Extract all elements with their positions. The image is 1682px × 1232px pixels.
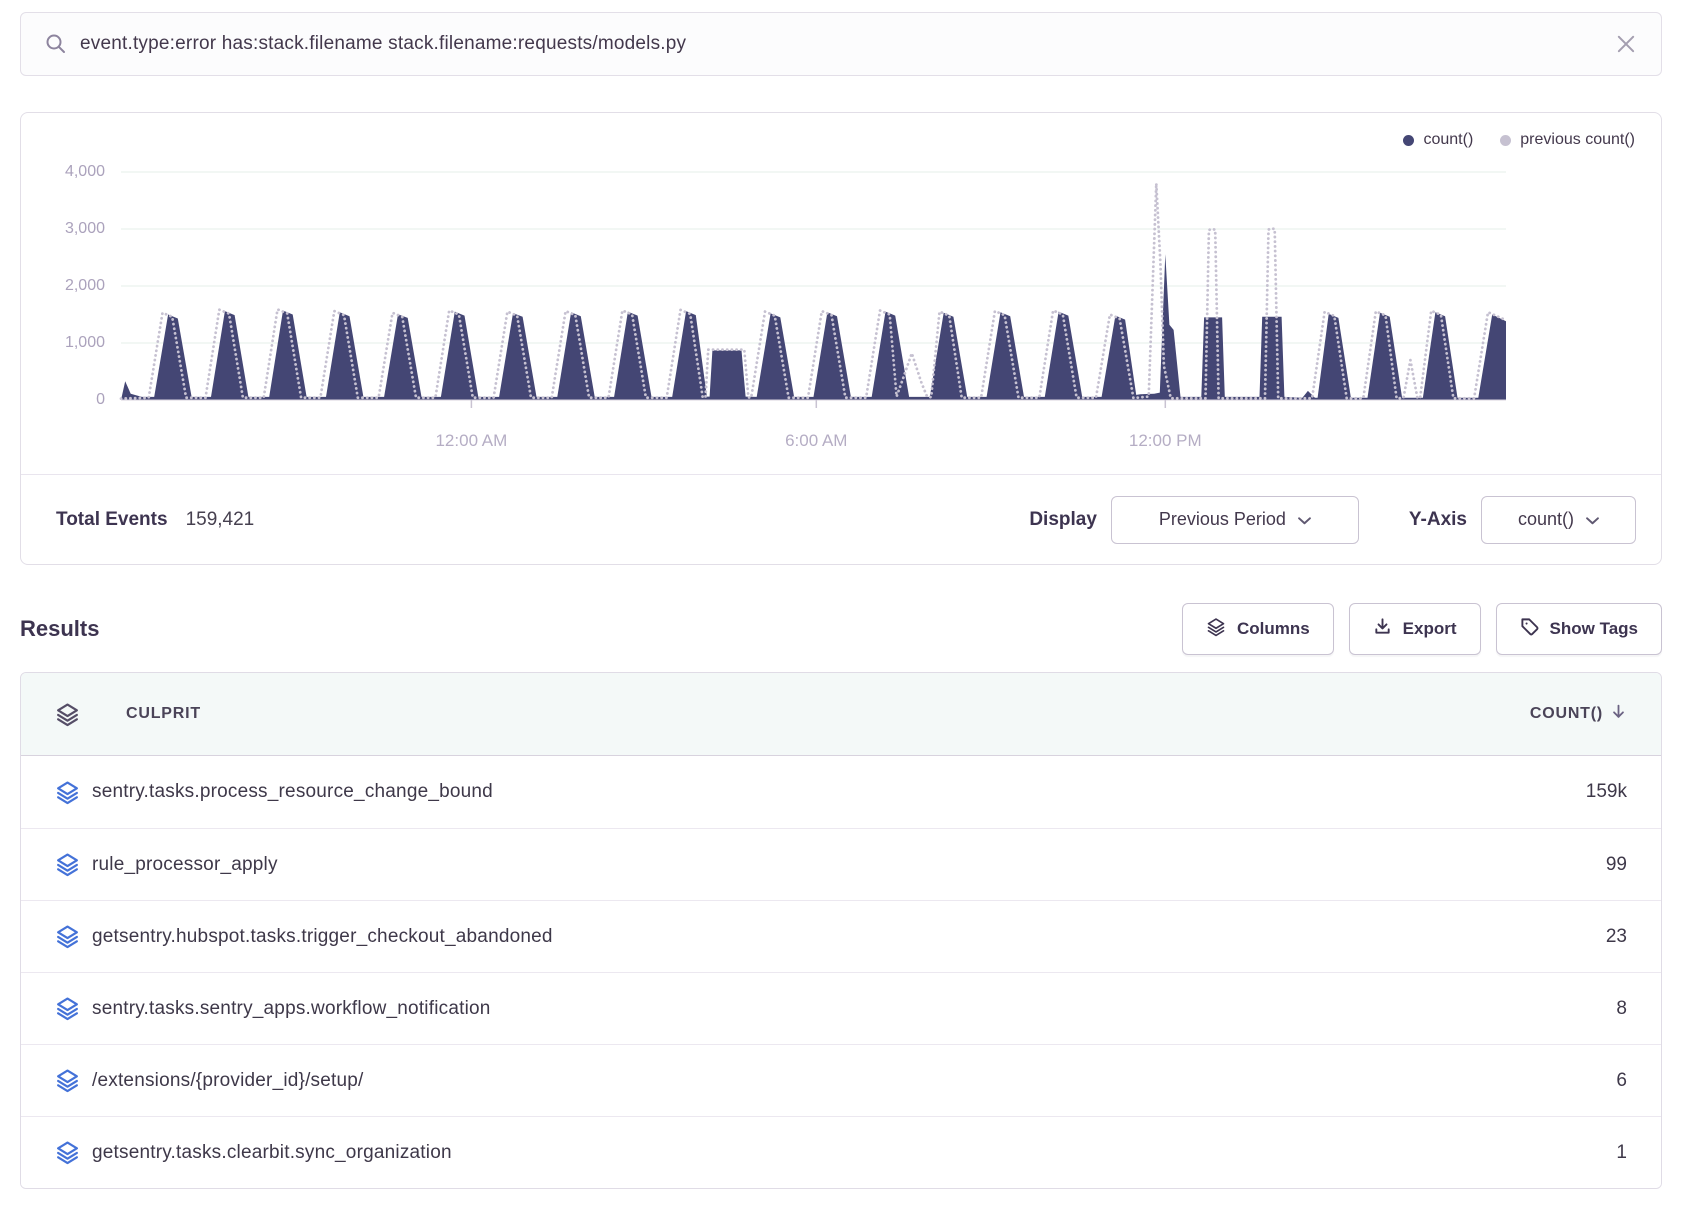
y-axis-tick-label: 4,000	[33, 162, 105, 182]
y-axis-dropdown[interactable]: count()	[1481, 496, 1636, 544]
y-axis-tick-label: 2,000	[33, 276, 105, 296]
search-bar[interactable]: event.type:error has:stack.filename stac…	[20, 12, 1662, 76]
display-dropdown-value: Previous Period	[1159, 509, 1286, 530]
layers-icon[interactable]	[55, 852, 80, 877]
legend-label: count()	[1423, 131, 1473, 149]
x-axis-tick-label: 12:00 AM	[435, 431, 507, 451]
show-tags-button-label: Show Tags	[1550, 619, 1638, 639]
results-bar: Results Columns Export Show Tags	[20, 603, 1662, 655]
table-row[interactable]: getsentry.hubspot.tasks.trigger_checkout…	[21, 900, 1661, 972]
count-column-header[interactable]: COUNT()	[1530, 703, 1627, 726]
legend-label: previous count()	[1520, 131, 1635, 149]
events-chart-panel: count() previous count() 0 1,000 2,000 3,00…	[20, 112, 1662, 565]
legend-item-previous-count[interactable]: previous count()	[1500, 131, 1635, 149]
previous-count-series-dot	[1500, 135, 1511, 146]
culprit-cell[interactable]: rule_processor_apply	[92, 854, 278, 876]
count-cell: 159k	[1586, 781, 1627, 803]
table-header-row: CULPRIT COUNT()	[21, 673, 1661, 756]
export-button[interactable]: Export	[1349, 603, 1481, 655]
layers-icon[interactable]	[55, 1068, 80, 1093]
layers-icon[interactable]	[55, 702, 80, 727]
count-cell: 6	[1616, 1070, 1627, 1092]
chart-footer: Total Events 159,421 Display Previous Pe…	[21, 475, 1661, 564]
layers-icon[interactable]	[55, 924, 80, 949]
count-cell: 1	[1616, 1142, 1627, 1164]
clear-search-icon[interactable]	[1615, 33, 1637, 55]
results-table: CULPRIT COUNT() sentry.tasks.process_res…	[20, 672, 1662, 1189]
table-row[interactable]: rule_processor_apply 99	[21, 828, 1661, 900]
x-axis-tick-label: 12:00 PM	[1129, 431, 1202, 451]
chart-plot-svg	[121, 172, 1506, 408]
culprit-cell[interactable]: getsentry.hubspot.tasks.trigger_checkout…	[92, 926, 553, 948]
legend-item-count[interactable]: count()	[1403, 131, 1473, 149]
count-cell: 8	[1616, 998, 1627, 1020]
layers-icon	[1206, 617, 1226, 642]
layers-icon[interactable]	[55, 996, 80, 1021]
show-tags-button[interactable]: Show Tags	[1496, 603, 1662, 655]
sort-desc-arrow-icon	[1610, 703, 1627, 726]
y-axis-tick-label: 1,000	[33, 333, 105, 353]
culprit-cell[interactable]: /extensions/{provider_id}/setup/	[92, 1070, 364, 1092]
y-axis-dropdown-value: count()	[1518, 509, 1574, 530]
display-dropdown[interactable]: Previous Period	[1111, 496, 1359, 544]
results-heading: Results	[20, 616, 99, 642]
count-series-dot	[1403, 135, 1414, 146]
table-row[interactable]: sentry.tasks.process_resource_change_bou…	[21, 756, 1661, 828]
chevron-down-icon	[1298, 509, 1311, 530]
y-axis-tick-label: 0	[33, 390, 105, 410]
columns-button[interactable]: Columns	[1182, 603, 1334, 655]
total-events-label: Total Events	[56, 509, 168, 531]
culprit-cell[interactable]: sentry.tasks.process_resource_change_bou…	[92, 781, 493, 803]
search-query[interactable]: event.type:error has:stack.filename stac…	[80, 33, 1615, 55]
search-icon	[45, 33, 67, 55]
display-label: Display	[1029, 509, 1097, 531]
culprit-column-header[interactable]: CULPRIT	[126, 705, 201, 723]
layers-icon[interactable]	[55, 1140, 80, 1165]
table-row[interactable]: sentry.tasks.sentry_apps.workflow_notifi…	[21, 972, 1661, 1044]
y-axis-label: Y-Axis	[1409, 509, 1467, 531]
columns-button-label: Columns	[1237, 619, 1310, 639]
culprit-cell[interactable]: sentry.tasks.sentry_apps.workflow_notifi…	[92, 998, 491, 1020]
download-icon	[1373, 617, 1392, 641]
culprit-cell[interactable]: getsentry.tasks.clearbit.sync_organizati…	[92, 1142, 452, 1164]
count-cell: 23	[1606, 926, 1627, 948]
x-axis-tick-label: 6:00 AM	[785, 431, 847, 451]
export-button-label: Export	[1403, 619, 1457, 639]
tag-icon	[1520, 617, 1539, 641]
table-body: sentry.tasks.process_resource_change_bou…	[21, 756, 1661, 1188]
chart-legend: count() previous count()	[1403, 131, 1635, 149]
table-row[interactable]: getsentry.tasks.clearbit.sync_organizati…	[21, 1116, 1661, 1188]
layers-icon[interactable]	[55, 780, 80, 805]
count-cell: 99	[1606, 854, 1627, 876]
chevron-down-icon	[1586, 509, 1599, 530]
y-axis-tick-label: 3,000	[33, 219, 105, 239]
table-row[interactable]: /extensions/{provider_id}/setup/ 6	[21, 1044, 1661, 1116]
total-events-value: 159,421	[186, 509, 255, 531]
